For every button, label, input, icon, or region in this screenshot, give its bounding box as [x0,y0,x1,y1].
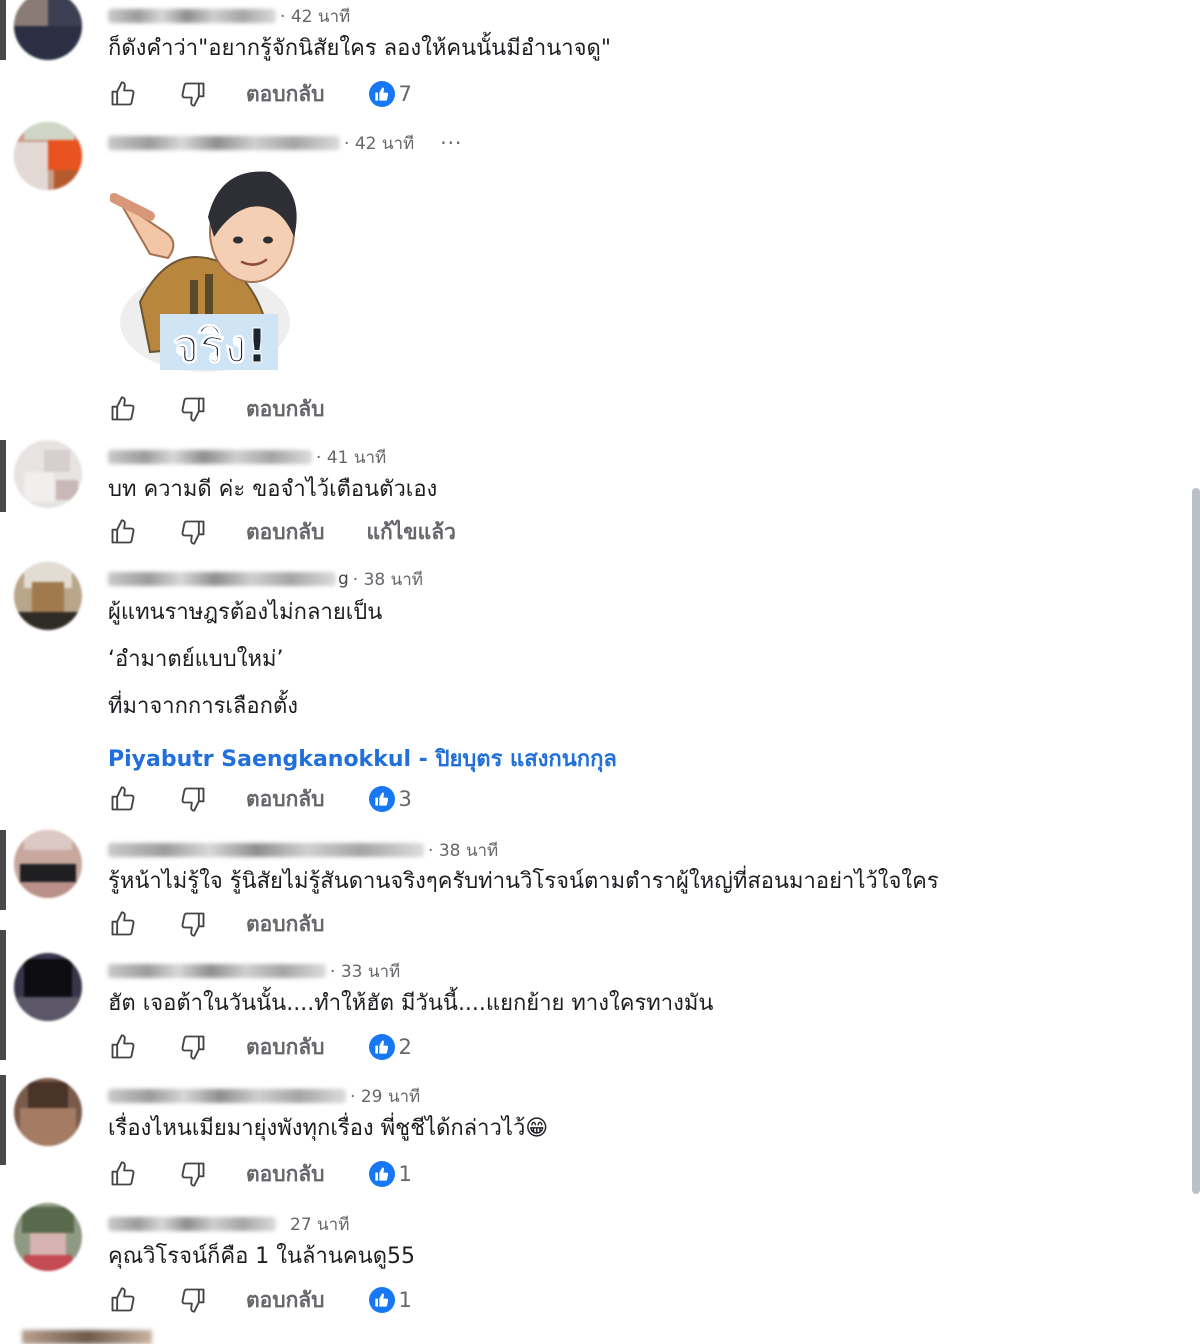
avatar[interactable] [14,1203,82,1271]
comment-text: ก็ดังคำว่า"อยากรู้จักนิสัยใคร ลองให้คนนั… [108,36,611,61]
author-name[interactable] [108,450,312,464]
comment-text: เรื่องไหนเมียมายุ่งพังทุกเรื่อง พี่ชูชีไ… [108,1116,549,1141]
thumbs-up-icon[interactable] [108,909,138,939]
reaction-summary[interactable]: 2 [368,1034,412,1060]
comment-text: คุณวิโรจน์ก็คือ 1 ในล้านคนดู55 [108,1244,415,1269]
avatar[interactable] [14,1078,82,1146]
mention-link[interactable]: Piyabutr Saengkanokkul - ปิยบุตร แสงกนกก… [108,741,617,776]
thumbs-down-icon[interactable] [178,1032,208,1062]
thumbs-up-icon[interactable] [108,1032,138,1062]
reaction-count: 2 [398,1035,412,1059]
left-border [0,830,6,910]
sticker-text: จริง! [172,319,267,373]
comment-time[interactable]: · 33 นาที [330,958,400,985]
thumbs-up-icon[interactable] [108,79,138,109]
author-name[interactable] [108,843,424,857]
author-name[interactable] [108,964,326,978]
comment-text: ผู้แทนราษฎรต้องไม่กลายเป็น [108,600,383,625]
avatar[interactable] [14,830,82,898]
edited-label[interactable]: แก้ไขแล้ว [367,516,456,549]
reaction-summary[interactable]: 3 [368,786,412,812]
thumbs-up-icon[interactable] [108,517,138,547]
thumbs-down-icon[interactable] [178,394,208,424]
reaction-summary[interactable]: 1 [368,1287,412,1313]
author-name[interactable] [108,1217,276,1231]
reaction-count: 7 [398,82,412,106]
like-badge-icon [368,81,395,107]
thumbs-down-icon[interactable] [178,1285,208,1315]
comment-time[interactable]: · 42 นาที [280,3,350,30]
avatar[interactable] [14,122,82,190]
avatar[interactable] [14,440,82,508]
thumbs-up-icon[interactable] [108,784,138,814]
reply-button[interactable]: ตอบกลับ [246,908,325,941]
comment-text: ‘อำมาตย์แบบใหม่’ [108,647,284,672]
left-border [0,0,6,60]
comment-time[interactable]: · 38 นาที [353,566,423,593]
author-name[interactable] [108,9,276,23]
thumbs-down-icon[interactable] [178,784,208,814]
thumbs-down-icon[interactable] [178,79,208,109]
thumbs-up-icon[interactable] [108,1285,138,1315]
left-border [0,930,6,1060]
reaction-count: 1 [398,1162,412,1186]
reaction-count: 3 [398,787,412,811]
like-badge-icon [368,1287,395,1313]
reply-button[interactable]: ตอบกลับ [246,1031,325,1064]
author-name[interactable] [108,136,340,150]
reply-button[interactable]: ตอบกลับ [246,1158,325,1191]
left-border [0,440,6,512]
reply-button[interactable]: ตอบกลับ [246,783,325,816]
comment-text: ฮัต เจอต้าในวันนั้น....ทำให้ฮัต มีวันนี้… [108,991,714,1016]
like-badge-icon [368,786,395,812]
reply-button[interactable]: ตอบกลับ [246,1284,325,1317]
comment-text: รู้หน้าไม่รู้ใจ รู้นิสัยไม่รู้สันดานจริง… [108,869,939,894]
reaction-count: 1 [398,1288,412,1312]
sticker-image[interactable]: จริง! [109,162,300,378]
comment-time[interactable]: · 42 นาที [344,130,414,157]
comment-text: บท ความดี ค่ะ ขอจำไว้เตือนตัวเอง [108,477,438,502]
reply-button[interactable]: ตอบกลับ [246,393,325,426]
like-badge-icon [368,1161,395,1187]
reply-button[interactable]: ตอบกลับ [246,516,325,549]
more-options-icon[interactable]: ··· [440,131,462,155]
reaction-summary[interactable]: 7 [368,81,412,107]
like-badge-icon [368,1034,395,1060]
thumbs-down-icon[interactable] [178,909,208,939]
avatar[interactable] [14,0,82,60]
avatar[interactable] [14,953,82,1021]
comment-time[interactable]: · 41 นาที [316,444,386,471]
thumbs-up-icon[interactable] [108,1159,138,1189]
comment-time[interactable]: · 29 นาที [350,1083,420,1110]
comment-time[interactable]: 27 นาที [290,1211,349,1238]
author-name-tail[interactable]: g [338,569,349,589]
author-name[interactable] [108,572,336,586]
avatar[interactable] [14,562,82,630]
cut-off-comment [22,1330,152,1344]
comment-time[interactable]: · 38 นาที [428,837,498,864]
thumbs-down-icon[interactable] [178,517,208,547]
reaction-summary[interactable]: 1 [368,1161,412,1187]
thumbs-down-icon[interactable] [178,1159,208,1189]
author-name[interactable] [108,1089,346,1103]
thumbs-up-icon[interactable] [108,394,138,424]
scrollbar[interactable] [1192,488,1200,1194]
left-border [0,1075,6,1165]
comment-text: ที่มาจากการเลือกตั้ง [108,694,298,719]
reply-button[interactable]: ตอบกลับ [246,78,325,111]
